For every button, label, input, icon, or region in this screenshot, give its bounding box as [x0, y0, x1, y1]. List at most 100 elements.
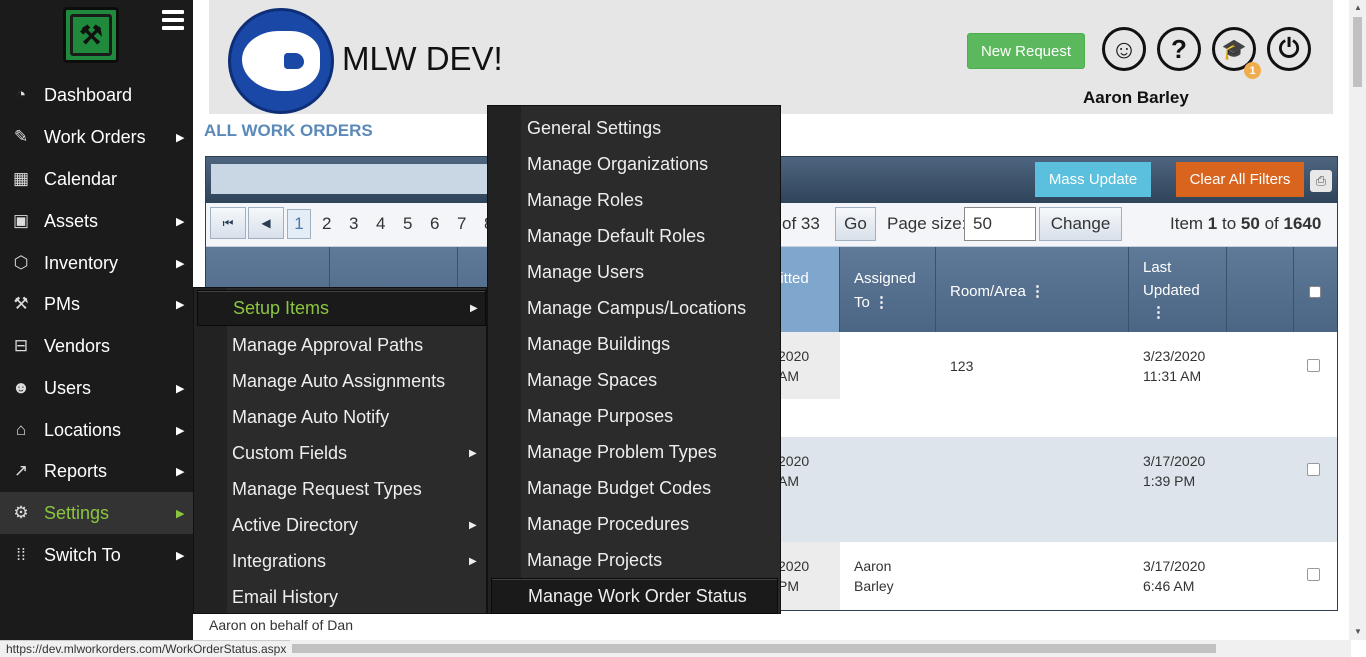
site-title: MLW DEV! [342, 40, 503, 77]
user-profile-icon[interactable]: ☺ [1102, 27, 1146, 71]
chevron-right-icon: ▶ [176, 424, 185, 437]
column-header[interactable] [1227, 247, 1294, 332]
sidebar-item-dashboard[interactable]: ◔ Dashboard [0, 74, 193, 116]
first-page-icon[interactable]: ⏮ [210, 207, 246, 239]
sidebar-item-label: Switch To [44, 544, 121, 565]
menu-item-manage-work-order-status[interactable]: Manage Work Order Status [491, 578, 778, 614]
page-number[interactable]: 6 [430, 214, 439, 234]
row-checkbox[interactable] [1307, 359, 1320, 372]
scroll-down-icon[interactable]: ▼ [1354, 627, 1362, 636]
app-logo[interactable]: ⚒ [63, 7, 119, 63]
clear-all-filters-button[interactable]: Clear All Filters [1176, 162, 1304, 197]
sidebar-item-settings[interactable]: ⚙ Settings ▶ [0, 492, 193, 534]
menu-item-manage-auto-assignments[interactable]: Manage Auto Assignments [194, 363, 486, 399]
vertical-scrollbar[interactable]: ▲ ▼ [1349, 0, 1366, 640]
menu-item-manage-procedures[interactable]: Manage Procedures [488, 506, 780, 542]
menu-item-manage-organizations[interactable]: Manage Organizations [488, 146, 780, 182]
menu-item-integrations[interactable]: Integrations ▶ [194, 543, 486, 579]
menu-item-label: Manage Budget Codes [527, 477, 712, 498]
prev-page-icon[interactable]: ◀ [248, 207, 284, 239]
item-prefix: Item [1170, 214, 1204, 233]
page-number[interactable]: 5 [403, 214, 412, 234]
grid-search-box[interactable] [211, 164, 501, 194]
vertical-scroll-thumb[interactable] [1353, 17, 1362, 87]
sidebar-item-assets[interactable]: ▣ Assets ▶ [0, 200, 193, 242]
sidebar-item-label: Vendors [44, 335, 111, 356]
menu-item-label: Manage Request Types [232, 478, 422, 499]
power-logout-icon[interactable]: ⏻ [1267, 27, 1311, 71]
new-request-button[interactable]: New Request [967, 33, 1085, 69]
users-icon: ☻ [12, 378, 30, 397]
mass-update-button[interactable]: Mass Update [1035, 162, 1151, 197]
scroll-up-icon[interactable]: ▲ [1354, 3, 1362, 12]
menu-item-label: Setup Items [233, 297, 330, 318]
room-area-label: Room/Area [950, 283, 1026, 300]
menu-item-manage-purposes[interactable]: Manage Purposes [488, 398, 780, 434]
page-number[interactable]: 2 [322, 214, 331, 234]
menu-item-general-settings[interactable]: General Settings [488, 110, 780, 146]
column-header-assigned-to[interactable]: Assigned To ⋮ [840, 247, 936, 332]
column-menu-icon[interactable]: ⋮ [1030, 283, 1045, 300]
settings-menu: Setup Items ▶ Manage Approval Paths Manage … [193, 287, 487, 614]
row-checkbox[interactable] [1307, 463, 1320, 476]
column-menu-icon[interactable]: ⋮ [1151, 303, 1166, 321]
row-checkbox[interactable] [1307, 568, 1320, 581]
menu-item-email-history[interactable]: Email History [194, 579, 486, 615]
sidebar-item-users[interactable]: ☻ Users ▶ [0, 367, 193, 409]
page-number[interactable]: 7 [457, 214, 466, 234]
updated-cell-1: 3/23/2020 [1143, 348, 1206, 364]
menu-item-manage-request-types[interactable]: Manage Request Types [194, 471, 486, 507]
menu-item-manage-buildings[interactable]: Manage Buildings [488, 326, 780, 362]
sidebar-item-calendar[interactable]: ▦ Calendar [0, 158, 193, 200]
menu-item-manage-problem-types[interactable]: Manage Problem Types [488, 434, 780, 470]
browser-status-url: https://dev.mlworkorders.com/WorkOrderSt… [0, 640, 290, 657]
menu-item-manage-budget-codes[interactable]: Manage Budget Codes [488, 470, 780, 506]
hamburger-menu-icon[interactable] [162, 10, 184, 30]
page-number[interactable]: 3 [349, 214, 358, 234]
sidebar-item-reports[interactable]: ↗ Reports ▶ [0, 450, 193, 492]
sidebar-item-locations[interactable]: ⌂ Locations ▶ [0, 409, 193, 451]
menu-item-label: Custom Fields [232, 442, 348, 463]
column-header-last-updated[interactable]: Last Updated ⋮ [1129, 247, 1227, 332]
column-header-room-area[interactable]: Room/Area ⋮ [936, 247, 1129, 332]
menu-item-active-directory[interactable]: Active Directory ▶ [194, 507, 486, 543]
menu-item-label: Manage Approval Paths [232, 334, 424, 355]
menu-item-custom-fields[interactable]: Custom Fields ▶ [194, 435, 486, 471]
menu-item-manage-auto-notify[interactable]: Manage Auto Notify [194, 399, 486, 435]
page-size-input[interactable]: 50 [964, 207, 1036, 241]
sidebar-item-switch-to[interactable]: ⁞⁞ Switch To ▶ [0, 534, 193, 576]
print-icon[interactable]: ⎙ [1310, 170, 1332, 192]
menu-item-label: Manage Default Roles [527, 225, 706, 246]
sidebar-item-label: Reports [44, 460, 108, 481]
menu-item-manage-projects[interactable]: Manage Projects [488, 542, 780, 578]
page-number[interactable]: 4 [376, 214, 385, 234]
go-button[interactable]: Go [835, 207, 876, 241]
submitted-cell-1: 2020 [778, 558, 810, 574]
help-icon[interactable]: ? [1157, 27, 1201, 71]
horizontal-scroll-thumb[interactable] [292, 644, 1216, 653]
briefcase-icon: ▣ [12, 211, 30, 230]
sidebar-item-inventory[interactable]: ⬡ Inventory ▶ [0, 242, 193, 284]
page-number-current[interactable]: 1 [287, 209, 311, 239]
grid-icon: ⁞⁞ [16, 545, 26, 564]
horizontal-scrollbar[interactable] [290, 640, 1351, 657]
menu-item-manage-campus-locations[interactable]: Manage Campus/Locations [488, 290, 780, 326]
last-updated-label-2: Updated [1143, 282, 1200, 299]
chevron-right-icon: ▶ [176, 549, 185, 562]
sidebar-item-work-orders[interactable]: ✎ Work Orders ▶ [0, 116, 193, 158]
change-page-size-button[interactable]: Change [1039, 207, 1122, 241]
sidebar-item-label: Work Orders [44, 126, 146, 147]
last-updated-label-1: Last [1143, 259, 1172, 276]
updated-cell-2: 11:31 AM [1143, 368, 1202, 384]
menu-item-manage-approval-paths[interactable]: Manage Approval Paths [194, 327, 486, 363]
select-all-checkbox[interactable] [1309, 286, 1321, 298]
menu-item-manage-roles[interactable]: Manage Roles [488, 182, 780, 218]
menu-item-manage-spaces[interactable]: Manage Spaces [488, 362, 780, 398]
menu-item-manage-users[interactable]: Manage Users [488, 254, 780, 290]
sidebar-item-pms[interactable]: ⚒ PMs ▶ [0, 283, 193, 325]
column-menu-icon[interactable]: ⋮ [874, 294, 889, 311]
sidebar-item-vendors[interactable]: ⊟ Vendors [0, 325, 193, 367]
menu-item-label: Manage Auto Notify [232, 406, 390, 427]
menu-item-setup-items[interactable]: Setup Items ▶ [197, 290, 486, 326]
menu-item-manage-default-roles[interactable]: Manage Default Roles [488, 218, 780, 254]
